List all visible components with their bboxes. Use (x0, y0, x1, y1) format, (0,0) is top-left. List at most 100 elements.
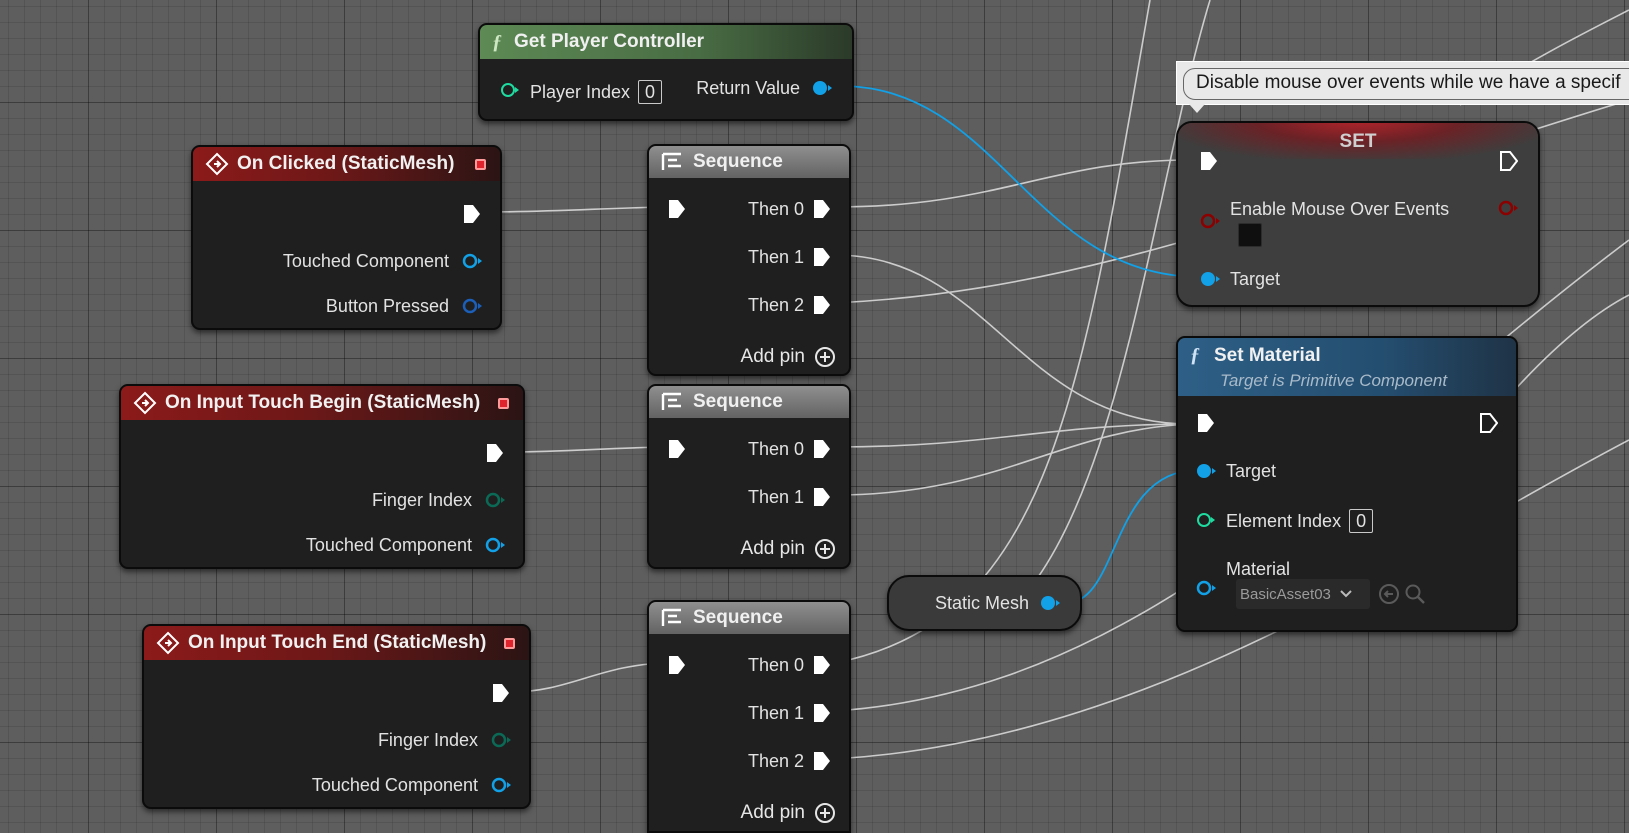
int-pin-icon[interactable] (1196, 512, 1216, 528)
material-dropdown-value: BasicAsset03 (1240, 585, 1331, 603)
object-pin-icon[interactable] (812, 80, 832, 96)
static-mesh-variable-node[interactable]: Static Mesh (887, 575, 1082, 631)
node-header: SET (1178, 123, 1538, 159)
use-selected-asset-icon[interactable] (1378, 583, 1400, 605)
node-title: On Input Touch End (StaticMesh) (188, 632, 487, 653)
touched-component-pin-label: Touched Component (311, 775, 478, 795)
node-title: Sequence (693, 391, 783, 412)
exec-out-pin-icon[interactable] (813, 703, 831, 723)
exec-out-pin-icon[interactable] (463, 204, 481, 224)
exec-out-pin-icon[interactable] (813, 439, 831, 459)
add-icon (815, 539, 835, 559)
sequence-node[interactable]: Sequence Then 0 Then 1 Add pin (647, 384, 851, 569)
return-value-label: Return Value (696, 78, 800, 98)
sequence-icon (661, 608, 681, 626)
target-label: Target (1226, 461, 1277, 481)
node-header: Sequence (649, 386, 849, 418)
object-pin-icon[interactable] (1200, 271, 1220, 287)
exec-in-pin-icon[interactable] (1200, 151, 1218, 171)
player-index-pin: Player Index 0 (530, 80, 663, 104)
sequence-icon (661, 152, 681, 170)
browse-asset-search-icon[interactable] (1404, 583, 1426, 605)
wire-object (839, 85, 1201, 278)
bool-pin-icon[interactable] (1200, 213, 1220, 229)
exec-out-pin-icon[interactable] (813, 295, 831, 315)
function-icon: ƒ (492, 30, 502, 53)
event-diamond-icon (156, 631, 180, 655)
sequence-node[interactable]: Sequence Then 0 Then 1 Then 2 Add pin (647, 600, 851, 833)
exec-out-pin-icon[interactable] (813, 487, 831, 507)
set-material-node[interactable]: ƒ Set Material Target is Primitive Compo… (1176, 336, 1518, 632)
event-stop-icon (475, 159, 486, 170)
object-pin-icon[interactable] (1040, 595, 1060, 611)
on-clicked-event-node[interactable]: On Clicked (StaticMesh) Touched Componen… (191, 145, 502, 330)
event-diamond-icon (205, 152, 229, 176)
add-pin-label: Add pin (740, 802, 805, 823)
exec-out-pin-icon[interactable] (1500, 151, 1518, 171)
exec-out-pin-icon[interactable] (813, 247, 831, 267)
object-pin-icon[interactable] (462, 253, 482, 269)
exec-in-pin-icon[interactable] (668, 439, 686, 459)
exec-out-pin-icon[interactable] (1480, 413, 1498, 433)
add-pin-button[interactable]: Add pin (741, 802, 835, 824)
bool-pin-icon[interactable] (1498, 200, 1518, 216)
node-header: On Input Touch End (StaticMesh) (144, 626, 529, 660)
object-pin-icon[interactable] (1196, 463, 1216, 479)
exec-out-pin-icon[interactable] (813, 199, 831, 219)
element-index-pin: Element Index 0 (1226, 509, 1374, 533)
then-2-label: Then 2 (747, 295, 804, 315)
exec-in-pin-icon[interactable] (1197, 413, 1215, 433)
node-title: Sequence (693, 151, 783, 172)
then-2-label: Then 2 (747, 751, 804, 771)
exec-in-pin-icon[interactable] (668, 655, 686, 675)
material-dropdown[interactable]: BasicAsset03 (1236, 579, 1370, 609)
event-stop-icon (498, 398, 509, 409)
on-input-touch-end-event-node[interactable]: On Input Touch End (StaticMesh) Finger I… (142, 624, 531, 809)
then-1-label: Then 1 (747, 487, 804, 507)
key-pin-icon[interactable] (462, 298, 482, 314)
enable-mouse-over-events-checkbox[interactable] (1238, 223, 1262, 247)
element-index-input[interactable]: 0 (1349, 509, 1374, 533)
touched-component-pin-label: Touched Component (305, 535, 472, 555)
add-icon (815, 803, 835, 823)
object-pin-icon[interactable] (1196, 580, 1216, 596)
add-icon (815, 347, 835, 367)
comment-bubble[interactable]: Disable mouse over events while we have … (1176, 61, 1629, 113)
exec-in-pin-icon[interactable] (668, 199, 686, 219)
add-pin-button[interactable]: Add pin (741, 538, 835, 560)
function-icon: ƒ (1190, 344, 1200, 366)
wire-exec (1509, 294, 1629, 396)
exec-out-pin-icon[interactable] (813, 655, 831, 675)
exec-out-pin-icon[interactable] (486, 443, 504, 463)
on-input-touch-begin-event-node[interactable]: On Input Touch Begin (StaticMesh) Finger… (119, 384, 525, 569)
touched-component-pin-label: Touched Component (282, 251, 449, 271)
wire-exec (478, 206, 669, 213)
static-mesh-label: Static Mesh (935, 593, 1030, 613)
add-pin-button[interactable]: Add pin (741, 346, 835, 368)
object-pin-icon[interactable] (485, 537, 505, 553)
then-0-label: Then 0 (747, 439, 804, 459)
add-pin-label: Add pin (740, 346, 805, 367)
get-player-controller-node[interactable]: ƒ Get Player Controller Player Index 0 Re… (478, 23, 854, 121)
player-index-input[interactable]: 0 (638, 80, 663, 104)
sequence-node[interactable]: Sequence Then 0 Then 1 Then 2 Add pin (647, 144, 851, 376)
comment-pointer (1189, 104, 1205, 113)
exec-out-pin-icon[interactable] (492, 683, 510, 703)
then-1-label: Then 1 (747, 703, 804, 723)
int-pin-icon[interactable] (500, 82, 520, 98)
then-0-label: Then 0 (747, 199, 804, 219)
then-0-label: Then 0 (747, 655, 804, 675)
add-pin-label: Add pin (740, 538, 805, 559)
node-header: Sequence (649, 146, 849, 178)
wire-exec (834, 254, 1191, 425)
enum-pin-icon[interactable] (485, 492, 505, 508)
node-title: On Clicked (StaticMesh) (237, 153, 455, 174)
pin-label: Player Index (530, 82, 631, 102)
exec-out-pin-icon[interactable] (813, 751, 831, 771)
node-title: On Input Touch Begin (StaticMesh) (165, 392, 481, 413)
node-title: Get Player Controller (514, 31, 705, 52)
set-variable-node[interactable]: SET Enable Mouse Over Events Target (1176, 121, 1540, 307)
object-pin-icon[interactable] (491, 777, 511, 793)
enum-pin-icon[interactable] (491, 732, 511, 748)
enable-mouse-over-events-label: Enable Mouse Over Events (1230, 199, 1450, 219)
